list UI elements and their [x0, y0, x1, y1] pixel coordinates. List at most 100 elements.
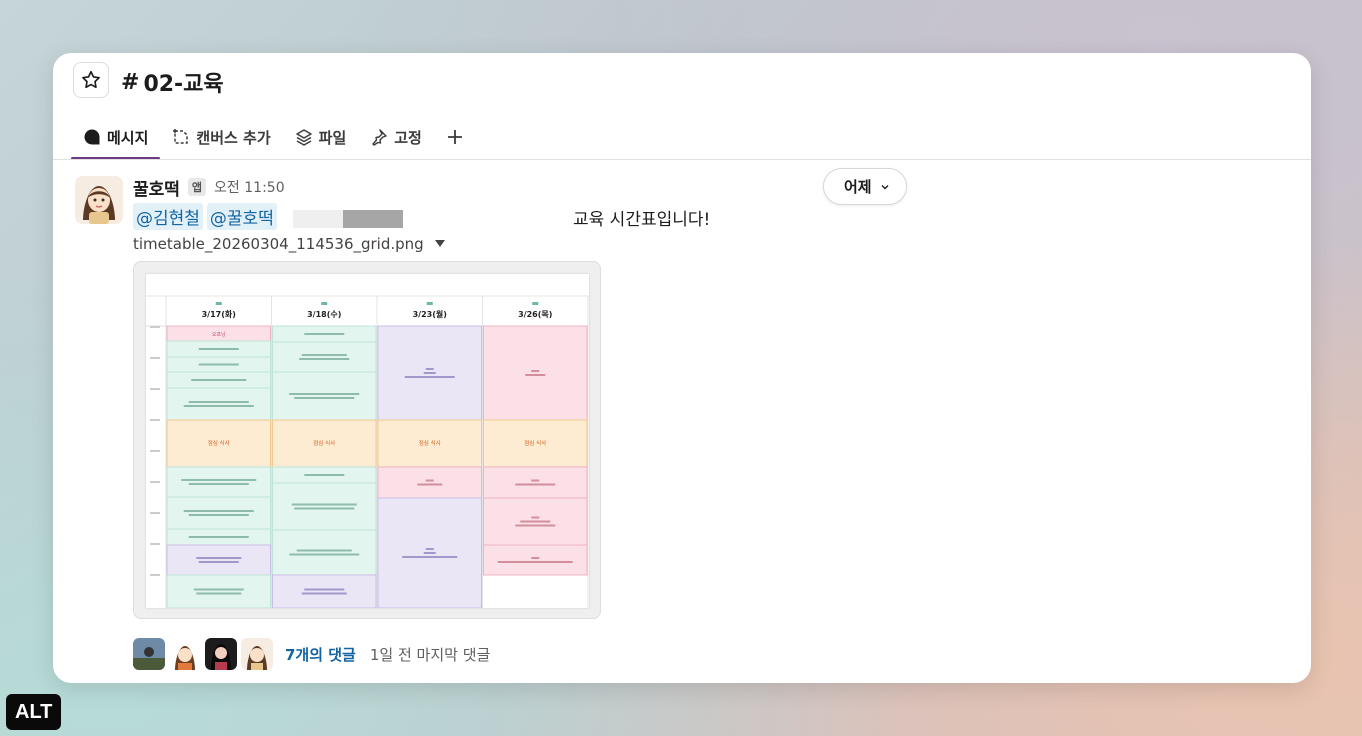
blurred-text	[425, 479, 434, 482]
time-tick	[150, 357, 160, 359]
tab-label: 메시지	[107, 128, 149, 147]
timetable-block	[166, 466, 271, 498]
image-preview[interactable]: 3/17(화) 3/18(수) 3/23(월) 3/26(목) 오프닝 점심 식사 점심 식…	[133, 261, 601, 619]
timetable-column-header: 3/18(수)	[307, 310, 341, 319]
time-tick	[150, 543, 160, 545]
sender-name[interactable]: 꿀호떡	[133, 175, 180, 200]
time-tick	[150, 419, 160, 421]
tab-add-canvas[interactable]: 캔버스 추가	[160, 115, 282, 159]
blurred-text	[497, 561, 573, 563]
channel-hash-icon: #	[121, 69, 140, 95]
time-tick	[150, 574, 160, 576]
blurred-text	[294, 507, 355, 510]
message-text: @김현철 @꿀호떡 교육 시간표입니다!	[133, 203, 1233, 231]
column-tag	[321, 302, 328, 305]
lunch-label: 점심 식사	[208, 439, 230, 447]
alt-text-badge[interactable]: ALT	[6, 694, 62, 730]
blurred-text	[301, 354, 347, 356]
timetable-block	[166, 387, 271, 421]
blurred-text	[515, 524, 556, 527]
blurred-text	[191, 379, 247, 381]
channel-tabs: 메시지 캔버스 추가 파일 고정	[71, 115, 476, 160]
tab-pinned[interactable]: 고정	[358, 115, 434, 159]
timetable-block	[377, 466, 482, 499]
channel-header: # 02-교육	[53, 53, 1311, 111]
tabs-divider	[53, 159, 1311, 160]
plus-icon	[446, 128, 464, 146]
blurred-text	[301, 592, 347, 595]
message-bubble-icon	[83, 128, 101, 146]
blurred-text	[198, 561, 239, 563]
reply-count-link[interactable]: 7개의 댓글	[285, 644, 356, 665]
file-name: timetable_20260304_114536_grid.png	[133, 235, 424, 253]
blurred-text	[423, 372, 436, 374]
blurred-text	[304, 474, 345, 476]
time-tick	[150, 512, 160, 514]
avatar	[133, 638, 165, 670]
message-time[interactable]: 오전 11:50	[214, 177, 285, 197]
channel-name: 02-교육	[143, 72, 224, 97]
mention-link[interactable]: @김현철	[133, 203, 203, 230]
blurred-text	[193, 588, 244, 591]
blurred-text	[198, 348, 239, 350]
time-tick	[150, 326, 160, 328]
pin-icon	[370, 128, 388, 146]
caret-down-icon	[434, 235, 446, 253]
time-tick	[150, 388, 160, 390]
tab-files[interactable]: 파일	[283, 115, 359, 159]
timetable-block	[166, 574, 271, 609]
avatar	[241, 638, 273, 670]
column-tag	[426, 302, 433, 305]
timetable-column-header: 3/17(화)	[202, 309, 236, 319]
lunch-label: 점심 식사	[524, 439, 546, 447]
redacted-block	[293, 210, 343, 228]
file-name-toggle[interactable]: timetable_20260304_114536_grid.png	[133, 235, 1233, 253]
star-button[interactable]	[73, 62, 109, 98]
avatar	[205, 638, 237, 670]
files-stack-icon	[295, 128, 313, 146]
canvas-add-icon	[172, 128, 190, 146]
message-meta: 꿀호떡 앱 오전 11:50	[133, 175, 1233, 200]
timetable-block	[166, 544, 271, 576]
timetable-block	[272, 482, 377, 531]
timetable-image: 3/17(화) 3/18(수) 3/23(월) 3/26(목) 오프닝 점심 식사 점심 식…	[146, 274, 589, 609]
blurred-text	[188, 536, 249, 538]
avatar[interactable]	[75, 176, 123, 224]
blurred-text	[183, 405, 254, 407]
blurred-text	[188, 483, 249, 485]
channel-title[interactable]: # 02-교육	[121, 66, 224, 98]
column-tag	[532, 302, 539, 305]
blurred-text	[183, 510, 254, 512]
tab-messages[interactable]: 메시지	[71, 115, 161, 160]
timetable-block	[272, 371, 377, 421]
blurred-text	[289, 553, 360, 556]
timetable-column-header: 3/26(목)	[518, 310, 552, 319]
timetable-block	[483, 325, 588, 421]
time-tick	[150, 481, 160, 483]
blurred-text	[404, 376, 455, 378]
blurred-text	[515, 483, 556, 486]
blurred-text	[425, 548, 434, 550]
add-tab-button[interactable]	[434, 115, 476, 159]
timetable-block	[483, 466, 588, 499]
blurred-text	[304, 588, 345, 591]
time-tick	[150, 450, 160, 452]
blurred-text	[402, 556, 458, 558]
blurred-text	[196, 592, 242, 595]
blurred-text	[304, 333, 345, 335]
blurred-text	[531, 516, 540, 519]
app-badge: 앱	[187, 178, 207, 196]
tab-label: 고정	[394, 128, 422, 147]
blurred-text	[417, 483, 443, 486]
thread-replies[interactable]: 7개의 댓글 1일 전 마지막 댓글	[133, 638, 490, 670]
mention-link[interactable]: @꿀호떡	[206, 203, 277, 230]
message-body: 꿀호떡 앱 오전 11:50 @김현철 @꿀호떡 교육 시간표입니다! timet…	[133, 176, 1233, 619]
blurred-text	[423, 552, 436, 554]
blurred-text	[299, 358, 350, 360]
message-text-content: 교육 시간표입니다!	[573, 210, 711, 230]
redacted-block	[343, 210, 403, 228]
timetable-column-header: 3/23(월)	[413, 309, 447, 319]
blurred-text	[425, 368, 434, 370]
avatar	[169, 638, 201, 670]
blurred-text	[531, 370, 540, 372]
